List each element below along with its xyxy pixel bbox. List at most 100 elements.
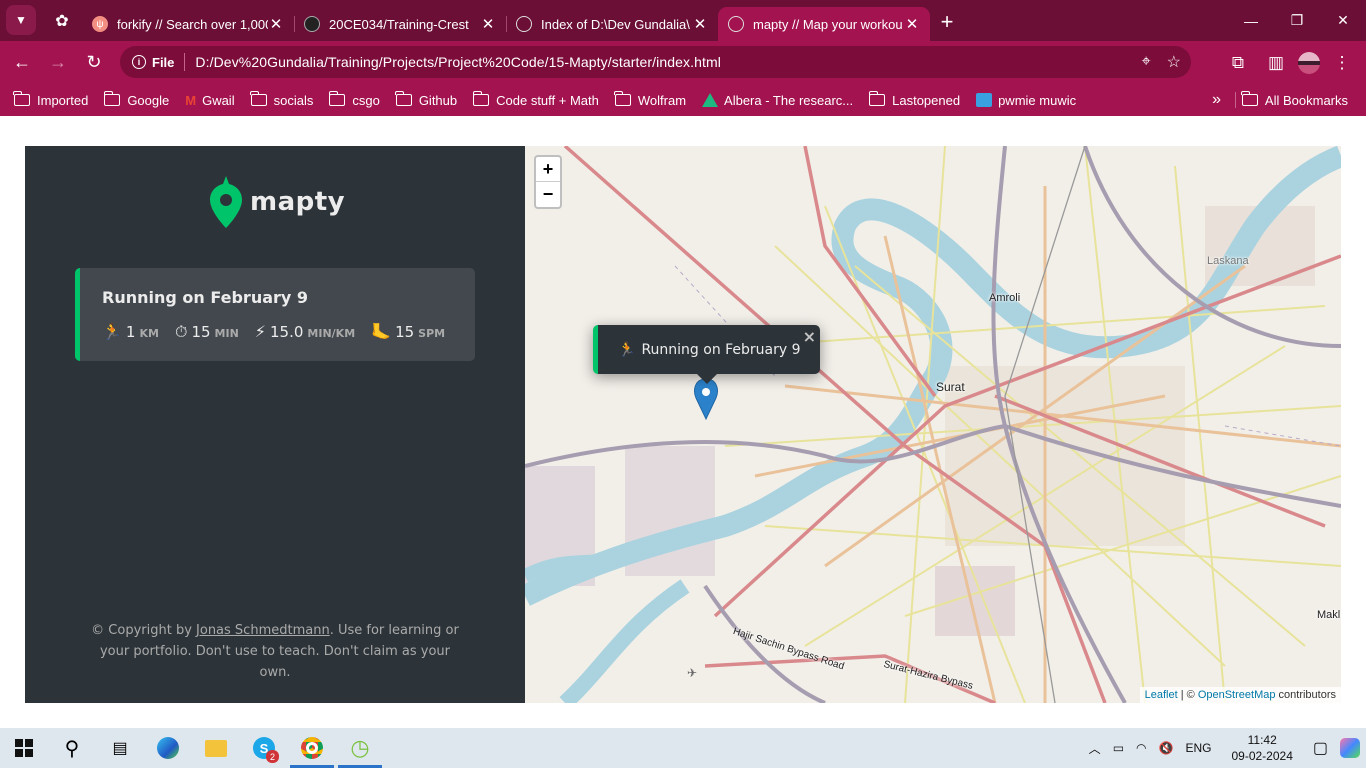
bookmark-csgo[interactable]: csgo: [323, 86, 385, 114]
author-link[interactable]: Jonas Schmedtmann: [196, 623, 330, 638]
copilot-icon[interactable]: [1340, 738, 1360, 758]
detail-unit: min: [214, 327, 239, 340]
skype-button[interactable]: S 2: [240, 728, 288, 768]
bookmark-label: Gwail: [202, 92, 235, 108]
chevron-down-icon: ▼: [15, 13, 27, 27]
workout-popup[interactable]: 🏃 Running on February 9 ×: [593, 325, 820, 374]
globe-icon: [516, 16, 532, 32]
chatgpt-icon: ✿: [55, 13, 69, 30]
workout-card-running[interactable]: Running on February 9 🏃 1 km ⏱ 15 min ⚡ …: [75, 268, 475, 361]
start-button[interactable]: [0, 728, 48, 768]
bookmark-socials[interactable]: socials: [245, 86, 320, 114]
close-icon[interactable]: ✕: [692, 15, 708, 33]
tab-mapty[interactable]: mapty // Map your workou ✕: [718, 7, 930, 41]
plus-icon: +: [940, 9, 954, 34]
bookmark-google[interactable]: Google: [98, 86, 175, 114]
close-icon[interactable]: ✕: [480, 15, 496, 33]
edge-button[interactable]: [144, 728, 192, 768]
zoom-control: + −: [534, 155, 562, 209]
edge-icon: [157, 737, 179, 759]
all-bookmarks-button[interactable]: All Bookmarks: [1236, 86, 1354, 114]
bookmark-wolfram[interactable]: Wolfram: [609, 86, 692, 114]
taskbar: ⚲ ▤ S 2 ◷ ︿ ▭ ◠ 🔇 ENG 11:42 09-02-2024 ▢: [0, 728, 1366, 768]
forward-button[interactable]: →: [40, 45, 76, 81]
side-panel-icon[interactable]: ▥: [1260, 47, 1292, 79]
tab-search-button[interactable]: ▼: [6, 5, 36, 35]
workout-marker[interactable]: [694, 378, 718, 421]
detail-value: 15: [395, 323, 415, 341]
map-tiles: ✈: [525, 146, 1341, 703]
volume-icon[interactable]: 🔇: [1159, 741, 1174, 755]
bookmark-label: All Bookmarks: [1264, 92, 1348, 108]
bookmark-label: Google: [127, 92, 170, 108]
leaflet-link[interactable]: Leaflet: [1145, 689, 1178, 701]
more-bookmarks-icon[interactable]: »: [1212, 84, 1221, 116]
globe-icon: [728, 16, 744, 32]
bookmark-github[interactable]: Github: [390, 86, 463, 114]
bookmark-lastopened[interactable]: Lastopened: [863, 86, 966, 114]
map-label-laskana: Laskana: [1207, 255, 1249, 267]
pinned-tab-chatgpt[interactable]: ✿: [42, 4, 82, 38]
bookmark-code-stuff[interactable]: Code stuff + Math: [467, 86, 605, 114]
clock[interactable]: 11:42 09-02-2024: [1231, 732, 1292, 764]
url-text[interactable]: D:/Dev%20Gundalia/Training/Projects/Proj…: [195, 54, 721, 70]
notification-icon[interactable]: ▢: [1313, 738, 1328, 758]
folder-icon: [103, 91, 121, 106]
bookmark-gmail[interactable]: M Gwail: [179, 86, 240, 114]
foot-icon: 🦶: [371, 322, 392, 341]
bookmark-label: socials: [273, 92, 314, 108]
detail-unit: spm: [418, 327, 446, 340]
attrib-sep: | ©: [1177, 689, 1198, 701]
albera-icon: [702, 93, 719, 107]
window-controls: — ❐ ✕: [1228, 0, 1366, 41]
bookmark-pwmie[interactable]: pwmie muwic: [970, 86, 1082, 114]
timer-app-button[interactable]: ◷: [336, 728, 384, 768]
clock-date: 09-02-2024: [1231, 749, 1293, 763]
info-icon: i: [132, 55, 146, 69]
attrib-contrib: contributors: [1275, 689, 1336, 701]
chevron-up-icon[interactable]: ︿: [1089, 740, 1101, 757]
notification-badge: 2: [266, 750, 279, 763]
language-indicator[interactable]: ENG: [1185, 741, 1211, 755]
tab-github[interactable]: 20CE034/Training-Crest ✕: [294, 7, 506, 41]
search-icon: ⚲: [64, 737, 80, 760]
tab-index[interactable]: Index of D:\Dev Gundalia\ ✕: [506, 7, 718, 41]
map[interactable]: ✈ Laskana Amroli Surat Makl Hajir Sachin…: [525, 146, 1341, 703]
bookmark-albera[interactable]: Albera - The researc...: [696, 86, 859, 114]
folder-icon: [472, 91, 490, 106]
folder-icon: [249, 91, 267, 106]
site-info-chip[interactable]: i File: [124, 50, 184, 74]
task-view-button[interactable]: ▤: [96, 728, 144, 768]
star-icon[interactable]: ☆: [1167, 52, 1181, 72]
extensions-icon[interactable]: ⧉: [1222, 47, 1254, 79]
search-button[interactable]: ⚲: [48, 728, 96, 768]
reload-button[interactable]: ↻: [76, 45, 112, 81]
omnibox-icons: ⌖ ☆: [1142, 46, 1181, 78]
system-tray: ︿ ▭ ◠ 🔇 ENG 11:42 09-02-2024 ▢: [1083, 728, 1366, 768]
bookmark-label: csgo: [352, 92, 380, 108]
osm-link[interactable]: OpenStreetMap: [1198, 689, 1276, 701]
address-bar[interactable]: i File D:/Dev%20Gundalia/Training/Projec…: [120, 46, 1191, 78]
detail-unit: km: [139, 327, 159, 340]
zoom-out-button[interactable]: −: [536, 182, 560, 207]
new-tab-button[interactable]: +: [930, 5, 964, 39]
location-icon[interactable]: ⌖: [1142, 53, 1151, 71]
file-explorer-button[interactable]: [192, 728, 240, 768]
zoom-in-button[interactable]: +: [536, 157, 560, 182]
menu-icon[interactable]: ⋮: [1326, 47, 1358, 79]
chrome-button[interactable]: [288, 728, 336, 768]
battery-icon[interactable]: ▭: [1113, 741, 1124, 755]
back-button[interactable]: ←: [4, 45, 40, 81]
wifi-icon[interactable]: ◠: [1136, 741, 1146, 755]
restore-icon[interactable]: ❐: [1274, 0, 1320, 41]
bookmark-imported[interactable]: Imported: [8, 86, 94, 114]
tab-forkify[interactable]: ψ forkify // Search over 1,000 ✕: [82, 7, 294, 41]
minimize-icon[interactable]: —: [1228, 0, 1274, 41]
close-window-icon[interactable]: ✕: [1320, 0, 1366, 41]
github-icon: [304, 16, 320, 32]
profile-avatar[interactable]: [1298, 51, 1320, 74]
close-icon[interactable]: ✕: [268, 15, 284, 33]
popup-close-button[interactable]: ×: [803, 327, 816, 346]
close-icon[interactable]: ✕: [904, 15, 920, 33]
task-view-icon: ▤: [112, 740, 128, 757]
